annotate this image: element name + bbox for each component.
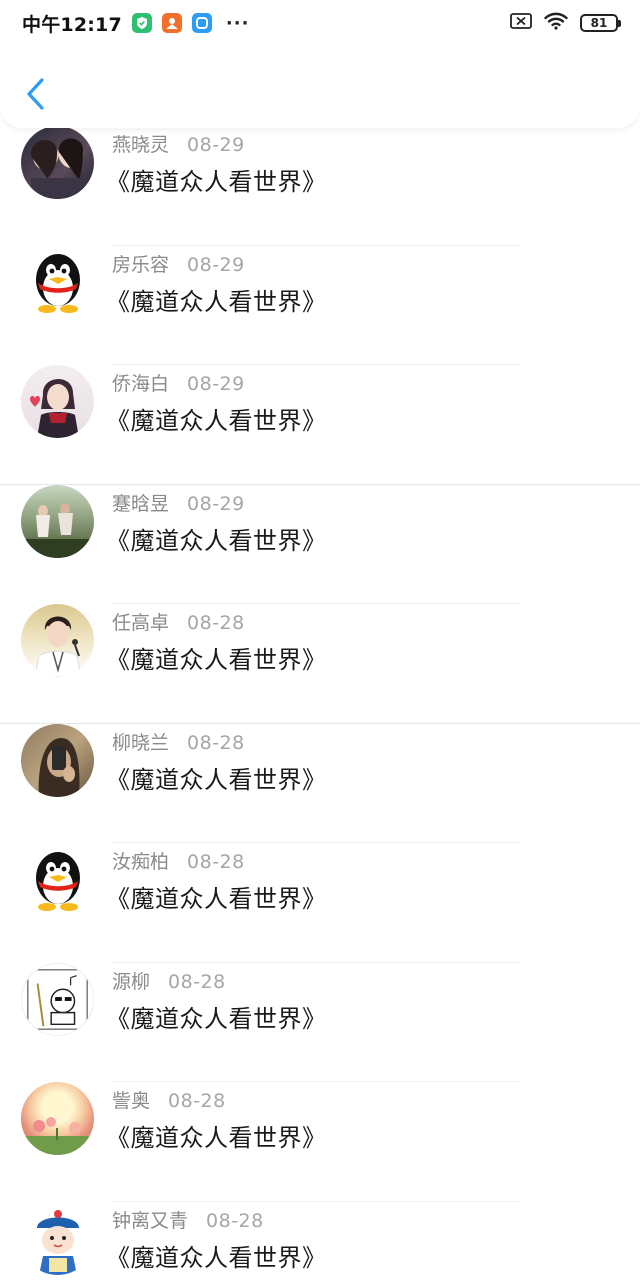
list-item[interactable]: 訾奥 08-28 《魔道众人看世界》 (0, 1036, 640, 1202)
status-bar: 中午12:17 ··· 81 (0, 0, 640, 46)
shield-app-icon (131, 13, 152, 33)
list-item[interactable]: 侨海白 08-29 《魔道众人看世界》 (0, 319, 640, 485)
list-item[interactable]: 源柳 08-28 《魔道众人看世界》 (0, 917, 640, 1082)
list-item[interactable]: 钟离又青 08-28 《魔道众人看世界》 (0, 1156, 640, 1276)
work-title[interactable]: 《魔道众人看世界》 (106, 282, 327, 317)
top-bar: 中午12:17 ··· 81 (0, 0, 640, 128)
wifi-icon (544, 12, 568, 34)
status-time: 中午12:17 (22, 13, 122, 36)
avatar[interactable] (21, 126, 94, 199)
work-title[interactable]: 《魔道众人看世界》 (106, 1238, 327, 1273)
chevron-left-icon (27, 78, 44, 110)
comment-list: 燕晓灵 08-29 《魔道众人看世界》 房乐容 08-29 《魔道众人看世界》 … (0, 80, 640, 1275)
user-name: 侨海白 (112, 373, 170, 395)
list-item[interactable]: 汝痴柏 08-28 《魔道众人看世界》 (0, 797, 640, 963)
back-button[interactable] (22, 76, 48, 112)
avatar[interactable] (21, 245, 94, 319)
avatar[interactable] (21, 484, 94, 558)
list-item[interactable]: 任高卓 08-28 《魔道众人看世界》 (0, 558, 640, 724)
work-title[interactable]: 《魔道众人看世界》 (106, 999, 327, 1034)
avatar[interactable] (21, 604, 94, 677)
work-title[interactable]: 《魔道众人看世界》 (106, 162, 327, 197)
post-date: 08-29 (187, 492, 245, 515)
sim-x-icon (510, 13, 532, 33)
avatar[interactable] (21, 843, 94, 916)
user-name: 柳晓兰 (112, 731, 170, 754)
work-title[interactable]: 《魔道众人看世界》 (106, 879, 327, 914)
user-name: 源柳 (112, 970, 151, 993)
avatar[interactable] (21, 962, 94, 1036)
work-title[interactable]: 《魔道众人看世界》 (106, 760, 327, 795)
post-date: 08-28 (168, 970, 226, 993)
post-date: 08-28 (206, 1209, 264, 1232)
battery-icon: 81 (580, 14, 621, 32)
list-item[interactable]: 房乐容 08-29 《魔道众人看世界》 (0, 200, 640, 365)
avatar[interactable] (21, 365, 94, 438)
post-date: 08-29 (187, 373, 245, 395)
list-item[interactable]: 蹇晗昱 08-29 《魔道众人看世界》 (0, 439, 640, 604)
user-name: 燕晓灵 (112, 134, 170, 156)
post-date: 08-28 (187, 731, 245, 754)
post-date: 08-29 (187, 134, 245, 156)
post-date: 08-28 (187, 851, 245, 873)
user-name: 房乐容 (112, 253, 170, 276)
post-date: 08-29 (187, 253, 245, 276)
avatar[interactable] (21, 1201, 94, 1275)
post-date: 08-28 (187, 612, 245, 634)
work-title[interactable]: 《魔道众人看世界》 (106, 401, 327, 436)
work-title[interactable]: 《魔道众人看世界》 (106, 521, 327, 556)
avatar[interactable] (21, 1082, 94, 1155)
work-title[interactable]: 《魔道众人看世界》 (106, 1118, 327, 1153)
work-title[interactable]: 《魔道众人看世界》 (106, 640, 327, 675)
user-name: 任高卓 (112, 612, 170, 634)
user-name: 汝痴柏 (112, 851, 170, 873)
more-dots-icon: ··· (225, 12, 250, 34)
list-item[interactable]: 柳晓兰 08-28 《魔道众人看世界》 (0, 678, 640, 843)
user-name: 蹇晗昱 (112, 492, 170, 515)
user-name: 钟离又青 (112, 1209, 189, 1232)
avatar[interactable] (21, 723, 94, 797)
post-date: 08-28 (168, 1090, 226, 1112)
orange-app-icon (161, 13, 182, 33)
blue-app-icon (191, 13, 212, 33)
user-name: 訾奥 (112, 1090, 151, 1112)
